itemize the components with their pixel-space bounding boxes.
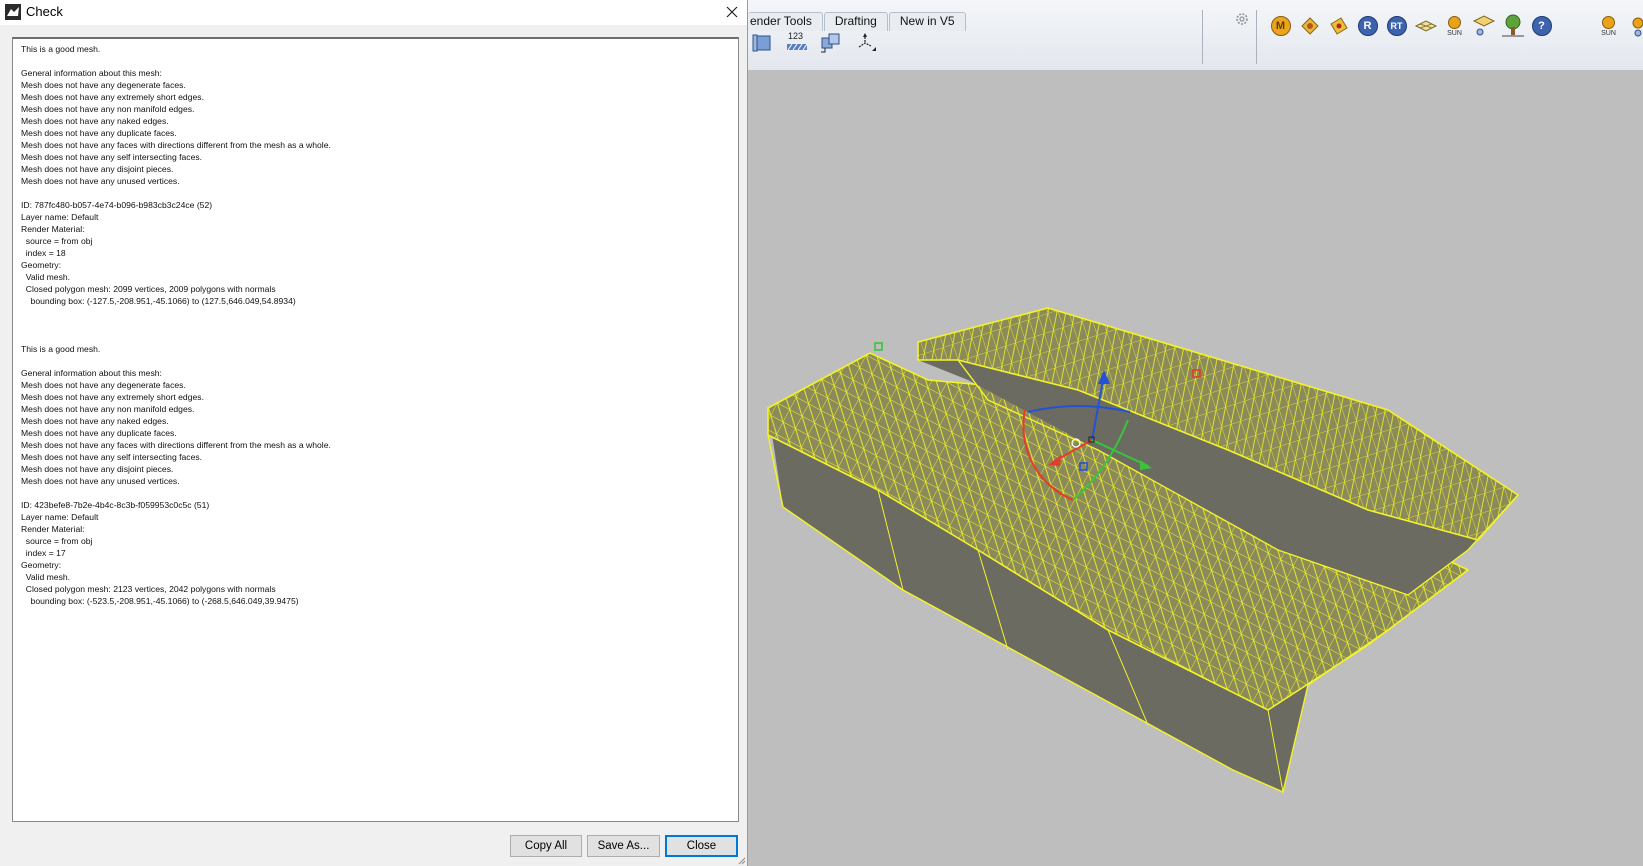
toolbar-tabs: ender Tools Drafting New in V5: [748, 12, 967, 31]
light-icon: [1472, 15, 1495, 36]
save-as-button[interactable]: Save As...: [587, 835, 660, 857]
help-icon: ?: [1531, 16, 1552, 36]
ground-plane-icon: [1414, 20, 1437, 32]
close-button[interactable]: Close: [665, 835, 738, 857]
tree-icon: [1501, 14, 1524, 37]
rhino-application: ender Tools Drafting New in V5 123 M R R…: [748, 0, 1643, 866]
window-close-button[interactable]: [722, 2, 742, 22]
light-icon: [1632, 17, 1643, 37]
texture-icon: [1300, 17, 1319, 35]
render-toolbar: M R RT SUN ? SUN: [1268, 12, 1643, 48]
sun-icon: [1602, 16, 1615, 29]
decal-icon: [1329, 17, 1348, 35]
raytrace-icon-letter: RT: [1390, 21, 1403, 31]
dialog-titlebar[interactable]: Check: [0, 0, 747, 25]
sun-button-2[interactable]: SUN: [1596, 12, 1621, 48]
copy-all-button[interactable]: Copy All: [510, 835, 582, 857]
tab-render-tools[interactable]: ender Tools: [748, 12, 823, 31]
sun-label: SUN: [1447, 30, 1462, 37]
rhino-app-icon: [5, 4, 21, 20]
tab-new-in-v5[interactable]: New in V5: [888, 12, 966, 31]
render-button[interactable]: R: [1355, 12, 1380, 48]
material-icon-letter: M: [1275, 20, 1286, 32]
dialog-title: Check: [26, 4, 63, 19]
close-icon: [726, 6, 738, 18]
light-button-2[interactable]: [1625, 12, 1643, 48]
dimension-button[interactable]: 123: [784, 30, 810, 56]
decal-button[interactable]: [1326, 12, 1351, 48]
viewport-layout-icon: [752, 34, 771, 52]
check-dialog: Check This is a good mesh. General infor…: [0, 0, 748, 866]
tab-drafting[interactable]: Drafting: [823, 12, 888, 31]
tool-123-label: 123: [788, 31, 803, 41]
block-icon: [821, 33, 840, 53]
sun-button[interactable]: SUN: [1442, 12, 1467, 48]
material-icon: M: [1270, 16, 1291, 36]
toolbar-area: ender Tools Drafting New in V5 123 M R R…: [748, 0, 1643, 71]
sun-label: SUN: [1601, 30, 1616, 37]
perspective-viewport[interactable]: [748, 70, 1643, 866]
gumball-icon: [858, 33, 876, 51]
light-button[interactable]: [1471, 12, 1496, 48]
raytrace-icon: RT: [1386, 16, 1407, 36]
tool-row: 123: [750, 30, 878, 56]
render-icon-letter: R: [1363, 20, 1372, 32]
block-button[interactable]: [818, 30, 844, 56]
toolbar-separator: [1256, 10, 1257, 64]
texture-button[interactable]: [1297, 12, 1322, 48]
resize-grip-icon[interactable]: [736, 855, 746, 865]
help-button[interactable]: ?: [1529, 12, 1554, 48]
viewport-layout-button[interactable]: [750, 30, 776, 56]
render-icon: R: [1357, 16, 1378, 36]
report-text-area[interactable]: This is a good mesh. General information…: [12, 37, 739, 822]
raytrace-button[interactable]: RT: [1384, 12, 1409, 48]
sun-icon: [1448, 16, 1461, 29]
ground-plane-button[interactable]: [1413, 12, 1438, 48]
report-text: This is a good mesh. General information…: [21, 44, 331, 606]
gumball-button[interactable]: [852, 30, 878, 56]
material-editor-button[interactable]: M: [1268, 12, 1293, 48]
gear-icon[interactable]: [1234, 11, 1250, 27]
dimension-icon: 123: [787, 31, 808, 51]
environment-button[interactable]: [1500, 12, 1525, 48]
toolbar-separator: [1202, 10, 1203, 64]
